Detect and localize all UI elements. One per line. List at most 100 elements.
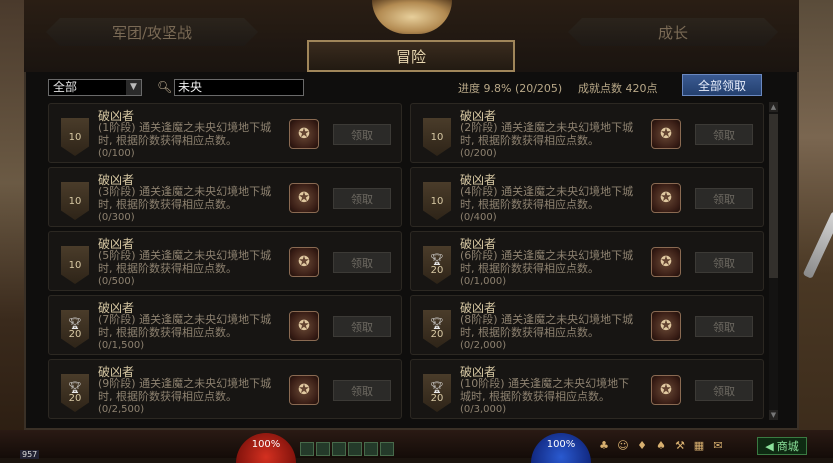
claim-button[interactable]: 领取 bbox=[333, 380, 391, 401]
scroll-down-arrow-icon[interactable]: ▼ bbox=[769, 410, 778, 420]
reward-emblem-icon[interactable]: ✪ bbox=[651, 119, 681, 149]
skill-bar bbox=[300, 442, 394, 456]
scrollbar-thumb[interactable] bbox=[769, 114, 778, 278]
achievement-description: (9阶段) 通关逢魔之未央幻境地下城时, 根据阶数获得相应点数。 bbox=[98, 377, 272, 403]
reward-emblem-icon[interactable]: ✪ bbox=[651, 247, 681, 277]
reward-emblem-icon[interactable]: ✪ bbox=[289, 183, 319, 213]
achievement-points-value: 10 bbox=[68, 259, 82, 271]
achievement-card: 10 破凶者 (5阶段) 通关逢魔之未央幻境地下城时, 根据阶数获得相应点数。 (0/… bbox=[48, 231, 402, 291]
skill-icon[interactable]: ♠ bbox=[653, 437, 669, 453]
reward-emblem-icon[interactable]: ✪ bbox=[289, 311, 319, 341]
background-left-scenery bbox=[0, 0, 24, 458]
tab-legion-siege[interactable]: 军团/攻坚战 bbox=[46, 18, 258, 46]
achievement-points-value: 10 bbox=[68, 195, 82, 207]
achievement-card: 🏆︎ 20 破凶者 (7阶段) 通关逢魔之未央幻境地下城时, 根据阶数获得相应点数。(… bbox=[48, 295, 402, 355]
trophy-badge: 🏆︎ 20 bbox=[423, 310, 451, 348]
mp-value: 100% bbox=[546, 439, 576, 450]
bag-icon[interactable]: ♦ bbox=[634, 437, 650, 453]
claim-button[interactable]: 领取 bbox=[333, 316, 391, 337]
achievement-points: 成就点数 420点 bbox=[578, 82, 658, 95]
shop-button[interactable]: ◀ 商城 bbox=[757, 437, 807, 455]
trophy-badge: 🏆︎ 20 bbox=[423, 246, 451, 284]
achievement-progress-count: (0/3,000) bbox=[460, 404, 507, 415]
point-badge: 10 bbox=[61, 182, 89, 220]
trophy-badge: 🏆︎ 20 bbox=[61, 374, 89, 412]
skill-slot[interactable] bbox=[380, 442, 394, 456]
trophy-icon: 🏆︎ bbox=[68, 381, 82, 394]
achievement-progress: 进度 9.8% (20/205) bbox=[458, 82, 563, 95]
claim-button[interactable]: 领取 bbox=[333, 188, 391, 209]
achievement-card: 🏆︎ 20 破凶者 (8阶段) 通关逢魔之未央幻境地下城时, 根据阶数获得相应点数。(… bbox=[410, 295, 764, 355]
trophy-icon: 🏆︎ bbox=[430, 317, 444, 330]
achievement-description: (6阶段) 通关逢魔之未央幻境地下城时, 根据阶数获得相应点数。 bbox=[460, 249, 634, 275]
achievement-description: (10阶段) 通关逢魔之未央幻境地下城时, 根据阶数获得相应点数。 bbox=[460, 377, 630, 403]
skill-slot[interactable] bbox=[300, 442, 314, 456]
achievement-points-value: 10 bbox=[430, 195, 444, 207]
claim-all-button[interactable]: 全部领取 bbox=[682, 74, 762, 96]
achievement-description: (4阶段) 通关逢魔之未央幻境地下城时, 根据阶数获得相应点数。 bbox=[460, 185, 634, 211]
achievement-progress-count: (0/400) bbox=[460, 212, 497, 223]
trophy-icon: 🏆︎ bbox=[430, 253, 444, 266]
achievement-card: 10 破凶者 (1阶段) 通关逢魔之未央幻境地下城时, 根据阶数获得相应点数。 (0/… bbox=[48, 103, 402, 163]
point-badge: 10 bbox=[61, 246, 89, 284]
scroll-up-arrow-icon[interactable]: ▲ bbox=[769, 102, 778, 112]
trophy-badge: 🏆︎ 20 bbox=[423, 374, 451, 412]
skill-slot[interactable] bbox=[364, 442, 378, 456]
mail-icon[interactable]: ✉ bbox=[710, 437, 726, 453]
category-dropdown-value: 全部 bbox=[53, 80, 78, 94]
achievement-description: (1阶段) 通关逢魔之未央幻境地下城时, 根据阶数获得相应点数。 bbox=[98, 121, 272, 147]
claim-button[interactable]: 领取 bbox=[333, 124, 391, 145]
achievement-points-value: 20 bbox=[430, 329, 444, 340]
skill-slot[interactable] bbox=[316, 442, 330, 456]
trophy-icon: 🏆︎ bbox=[68, 317, 82, 330]
claim-button[interactable]: 领取 bbox=[695, 316, 753, 337]
hp-value: 100% bbox=[251, 439, 281, 450]
claim-button[interactable]: 领取 bbox=[695, 188, 753, 209]
reward-emblem-icon[interactable]: ✪ bbox=[651, 375, 681, 405]
hammer-icon[interactable]: ⚒ bbox=[672, 437, 688, 453]
reward-emblem-icon[interactable]: ✪ bbox=[289, 119, 319, 149]
achievement-progress-count: (0/1,500) bbox=[98, 340, 145, 351]
reward-emblem-icon[interactable]: ✪ bbox=[651, 183, 681, 213]
achievement-points-value: 10 bbox=[430, 131, 444, 143]
hud-menu-icons: ♣ ☺ ♦ ♠ ⚒ ▦ ✉ bbox=[596, 437, 726, 453]
point-badge: 10 bbox=[61, 118, 89, 156]
tab-adventure[interactable]: 冒险 bbox=[307, 40, 515, 72]
achievement-card: 🏆︎ 20 破凶者 (6阶段) 通关逢魔之未央幻境地下城时, 根据阶数获得相应点数。(… bbox=[410, 231, 764, 291]
achievement-progress-count: (0/500) bbox=[98, 276, 135, 287]
achievement-card: 10 破凶者 (2阶段) 通关逢魔之未央幻境地下城时, 根据阶数获得相应点数。 (0/… bbox=[410, 103, 764, 163]
grid-menu-icon[interactable]: ▦ bbox=[691, 437, 707, 453]
chevron-down-icon[interactable]: ▼ bbox=[126, 80, 141, 95]
achievement-description: (3阶段) 通关逢魔之未央幻境地下城时, 根据阶数获得相应点数。 bbox=[98, 185, 272, 211]
achievement-description: (5阶段) 通关逢魔之未央幻境地下城时, 根据阶数获得相应点数。 bbox=[98, 249, 272, 275]
achievement-progress-count: (0/1,000) bbox=[460, 276, 507, 287]
category-dropdown[interactable]: 全部 ▼ bbox=[48, 79, 142, 96]
reward-emblem-icon[interactable]: ✪ bbox=[289, 247, 319, 277]
skill-slot[interactable] bbox=[348, 442, 362, 456]
bell-icon[interactable]: ♣ bbox=[596, 437, 612, 453]
claim-button[interactable]: 领取 bbox=[333, 252, 391, 273]
achievement-points-value: 20 bbox=[68, 329, 82, 340]
achievement-points-value: 10 bbox=[68, 131, 82, 143]
achievement-progress-count: (0/100) bbox=[98, 148, 135, 159]
achievement-card: 🏆︎ 20 破凶者 (10阶段) 通关逢魔之未央幻境地下城时, 根据阶数获得相应点数。… bbox=[410, 359, 764, 419]
achievement-progress-count: (0/300) bbox=[98, 212, 135, 223]
trophy-icon: 🏆︎ bbox=[430, 381, 444, 394]
skill-slot[interactable] bbox=[332, 442, 346, 456]
achievement-card: 🏆︎ 20 破凶者 (9阶段) 通关逢魔之未央幻境地下城时, 根据阶数获得相应点数。(… bbox=[48, 359, 402, 419]
search-input[interactable]: 未央 bbox=[174, 79, 304, 96]
point-badge: 10 bbox=[423, 118, 451, 156]
claim-button[interactable]: 领取 bbox=[695, 380, 753, 401]
character-icon[interactable]: ☺ bbox=[615, 437, 631, 453]
achievement-card: 10 破凶者 (4阶段) 通关逢魔之未央幻境地下城时, 根据阶数获得相应点数。 (0/… bbox=[410, 167, 764, 227]
reward-emblem-icon[interactable]: ✪ bbox=[651, 311, 681, 341]
claim-button[interactable]: 领取 bbox=[695, 124, 753, 145]
achievement-description: (7阶段) 通关逢魔之未央幻境地下城时, 根据阶数获得相应点数。 bbox=[98, 313, 272, 339]
trophy-badge: 🏆︎ 20 bbox=[61, 310, 89, 348]
claim-button[interactable]: 领取 bbox=[695, 252, 753, 273]
shop-arrow-icon: ◀ bbox=[765, 439, 774, 453]
tab-growth[interactable]: 成长 bbox=[568, 18, 778, 46]
reward-emblem-icon[interactable]: ✪ bbox=[289, 375, 319, 405]
achievement-progress-count: (0/2,000) bbox=[460, 340, 507, 351]
achievement-description: (2阶段) 通关逢魔之未央幻境地下城时, 根据阶数获得相应点数。 bbox=[460, 121, 634, 147]
